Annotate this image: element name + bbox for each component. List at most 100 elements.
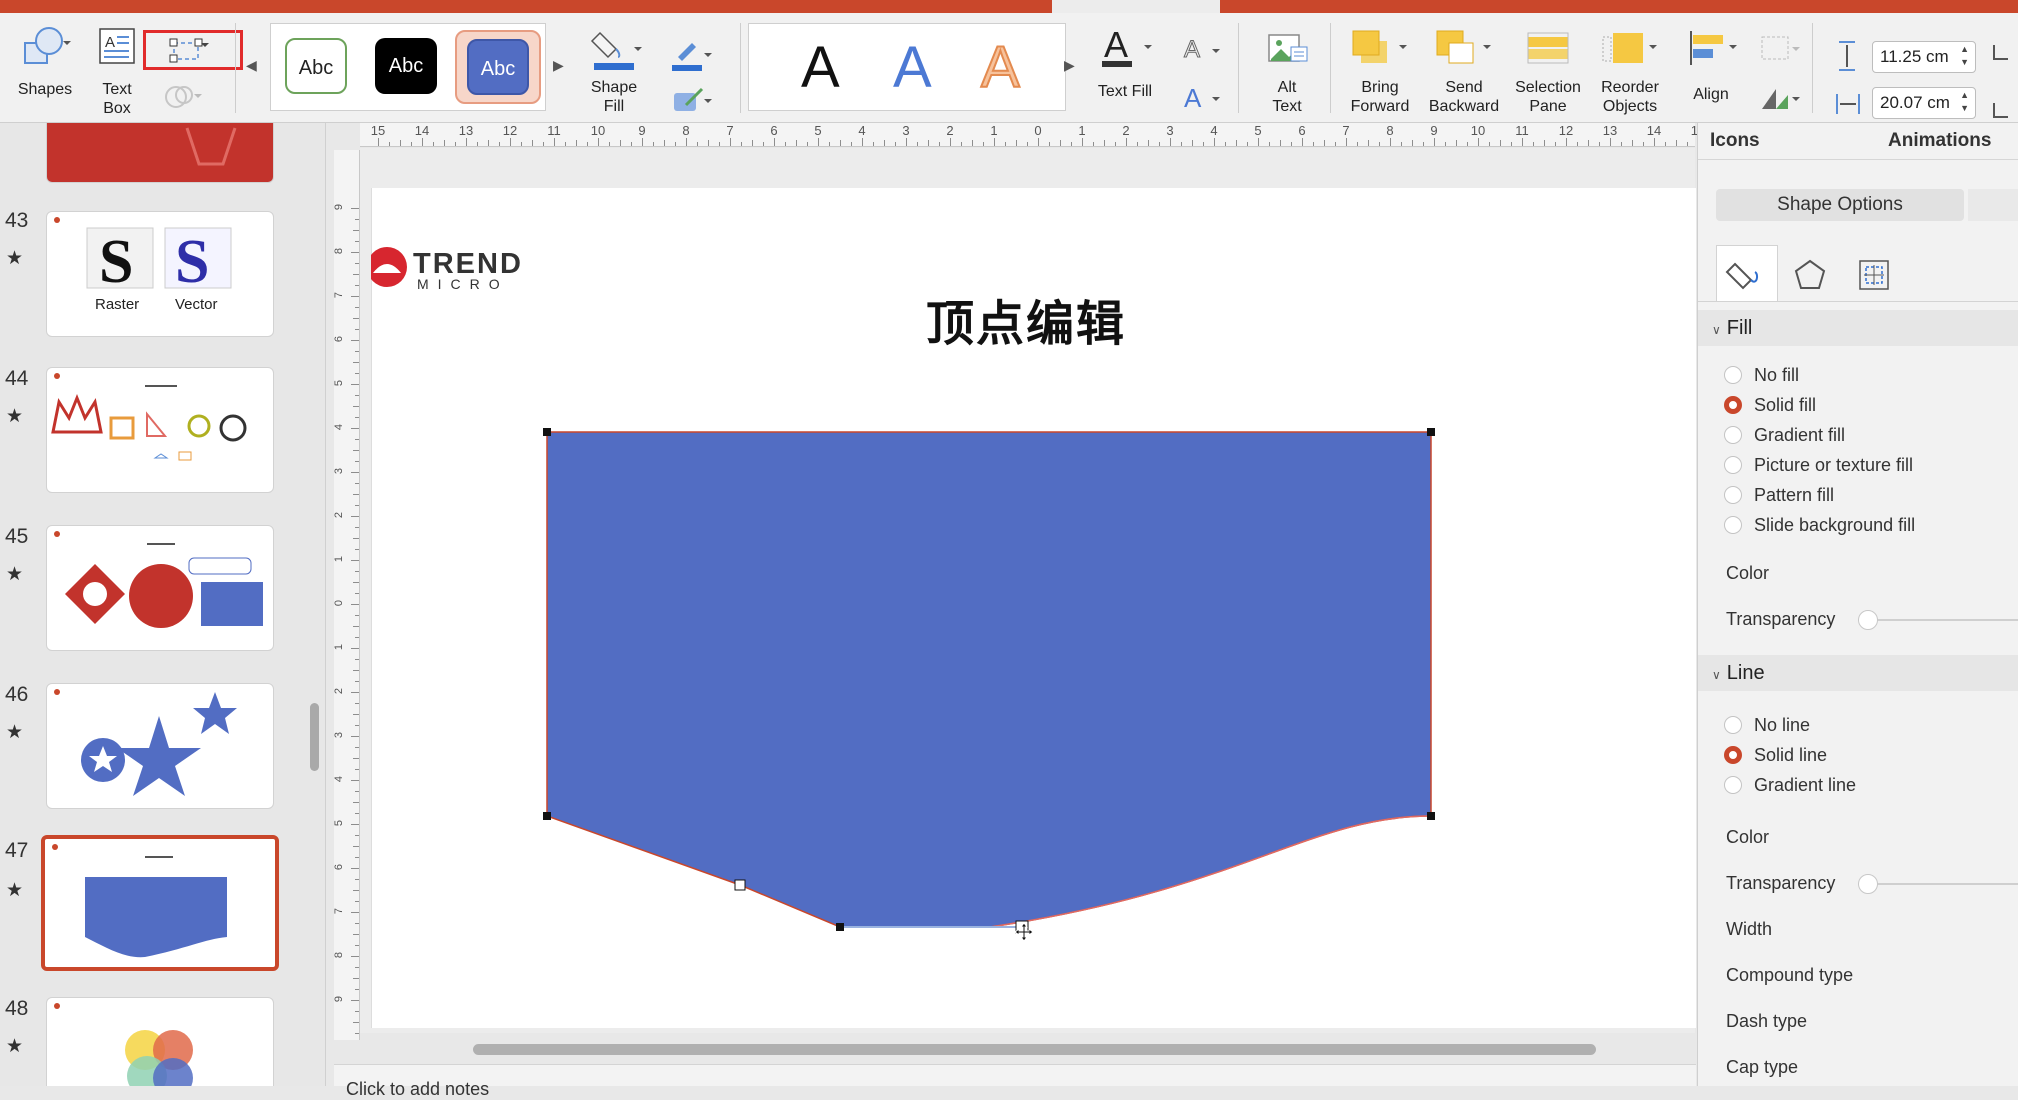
style-abc-selected-frame[interactable]: Abc: [455, 30, 541, 104]
slide-thumb-44[interactable]: [46, 367, 274, 493]
width-stepper-icon[interactable]: ▲ ▼: [1960, 89, 1969, 115]
shape-height-field[interactable]: 11.25 cm ▲ ▼: [1872, 41, 1976, 73]
slide-thumb-48[interactable]: [46, 997, 274, 1086]
edit-shape-button[interactable]: [143, 30, 243, 70]
text-outline-icon[interactable]: A: [1178, 33, 1224, 67]
alt-text-icon: [1268, 34, 1308, 62]
text-effects-icon[interactable]: A: [1178, 81, 1224, 115]
line-section-header[interactable]: ∨ Line: [1698, 655, 2018, 691]
ruler-number: 14: [1646, 123, 1662, 138]
ruler-number: 9: [1430, 123, 1438, 138]
radio-button[interactable]: [1724, 366, 1742, 384]
ruler-tick: [353, 978, 359, 979]
vertex-handle[interactable]: [543, 428, 551, 436]
group-icon[interactable]: [1754, 31, 1804, 65]
ruler-tick: [1566, 138, 1567, 146]
ruler-tick: [1302, 138, 1303, 146]
merge-shapes-icon[interactable]: [160, 81, 210, 113]
radio-button[interactable]: [1724, 486, 1742, 504]
size-properties-tab-icon[interactable]: [1854, 255, 1894, 295]
slide-panel-scrollbar[interactable]: [310, 703, 319, 771]
radio-button[interactable]: [1724, 716, 1742, 734]
vertex-handle[interactable]: [543, 812, 551, 820]
slide-thumb-45[interactable]: [46, 525, 274, 651]
shape-effects-icon[interactable]: [668, 83, 716, 117]
fill-section-header[interactable]: ∨ Fill: [1698, 310, 2018, 346]
line-transparency-slider[interactable]: [1858, 874, 2018, 894]
selection-pane-button[interactable]: Selection Pane: [1508, 23, 1588, 116]
ruler-tick: [353, 538, 359, 539]
tab-shape-format[interactable]: [1052, 0, 1220, 13]
radio-button[interactable]: [1724, 516, 1742, 534]
send-backward-button[interactable]: Send Backward: [1424, 23, 1504, 116]
line-option-label: Solid line: [1754, 745, 1828, 765]
shape-fill-button[interactable]: Shape Fill: [578, 23, 650, 116]
fill-transparency-slider[interactable]: [1858, 610, 2018, 630]
wordart-orange[interactable]: A: [980, 37, 1021, 99]
tab-icons[interactable]: Icons: [1710, 123, 1760, 159]
slide-46-preview: [54, 689, 237, 796]
horizontal-scrollbar[interactable]: [473, 1044, 1596, 1055]
shape-body[interactable]: [546, 431, 1432, 928]
slide-thumb-46[interactable]: [46, 683, 274, 809]
slider-knob[interactable]: [1858, 874, 1878, 894]
tab-animations[interactable]: Animations: [1888, 123, 1991, 159]
notes-pane[interactable]: Click to add notes: [334, 1064, 1696, 1099]
style-abc-black[interactable]: Abc: [375, 38, 437, 94]
alt-text-button[interactable]: Alt Text: [1254, 23, 1320, 116]
size-dialog-launcher-icon[interactable]: [1990, 39, 2014, 119]
ruler-tick: [818, 138, 819, 146]
ruler-tick: [763, 142, 764, 146]
slide-thumb-42[interactable]: [46, 123, 274, 183]
ruler-tick: [950, 138, 951, 146]
ruler-tick: [1148, 140, 1149, 146]
shapes-button[interactable]: Shapes: [10, 23, 80, 99]
ruler-tick: [884, 140, 885, 146]
slider-knob[interactable]: [1858, 610, 1878, 630]
ruler-number: 8: [333, 951, 346, 959]
effects-tab-icon[interactable]: [1790, 255, 1830, 295]
ruler-tick: [1214, 138, 1215, 146]
slide-title[interactable]: 顶点编辑: [926, 284, 1166, 354]
bring-forward-button[interactable]: Bring Forward: [1340, 23, 1420, 116]
vertex-handle[interactable]: [1427, 812, 1435, 820]
ruler-number: 1: [1078, 123, 1086, 138]
vertex-handle[interactable]: [1427, 428, 1435, 436]
style-abc-outline[interactable]: Abc: [285, 38, 347, 94]
radio-button[interactable]: [1724, 776, 1742, 794]
ruler-number: 5: [814, 123, 822, 138]
slide-thumb-47-selected[interactable]: [41, 835, 279, 971]
radio-button[interactable]: [1724, 456, 1742, 474]
gallery-next-arrow[interactable]: ▶: [553, 57, 564, 74]
radio-button[interactable]: [1724, 746, 1742, 764]
radio-button[interactable]: [1724, 426, 1742, 444]
ruler-tick: [1071, 142, 1072, 146]
wordart-black[interactable]: A: [801, 38, 840, 98]
vertex-handle[interactable]: [836, 923, 844, 931]
align-button[interactable]: Align: [1678, 23, 1744, 104]
wordart-blue[interactable]: A: [893, 38, 932, 98]
text-options-tab[interactable]: [1968, 189, 2018, 221]
ruler-tick: [355, 901, 359, 902]
slide-thumb-43[interactable]: S S Raster Vector: [46, 211, 274, 337]
ruler-tick: [1137, 142, 1138, 146]
text-box-button[interactable]: A Text Box: [92, 23, 142, 118]
ruler-tick: [642, 138, 643, 146]
reorder-objects-button[interactable]: Reorder Objects: [1590, 23, 1670, 116]
ruler-tick: [355, 703, 359, 704]
ruler-tick: [730, 138, 731, 146]
text-fill-button[interactable]: A Text Fill: [1090, 23, 1160, 101]
edited-shape[interactable]: [520, 420, 1440, 940]
shape-width-field[interactable]: 20.07 cm ▲ ▼: [1872, 87, 1976, 119]
fill-line-tab[interactable]: [1716, 245, 1778, 301]
wordart-next-arrow[interactable]: ▶: [1064, 57, 1075, 74]
control-point-handle[interactable]: [734, 879, 746, 891]
ruler-number: 13: [1602, 123, 1618, 138]
radio-button[interactable]: [1724, 396, 1742, 414]
shape-options-tab[interactable]: Shape Options: [1716, 189, 1964, 221]
height-stepper-icon[interactable]: ▲ ▼: [1960, 43, 1969, 69]
shape-outline-icon[interactable]: [668, 35, 716, 75]
rotate-icon[interactable]: [1754, 81, 1804, 115]
gallery-prev-arrow[interactable]: ◀: [246, 57, 257, 74]
ruler-tick: [785, 142, 786, 146]
